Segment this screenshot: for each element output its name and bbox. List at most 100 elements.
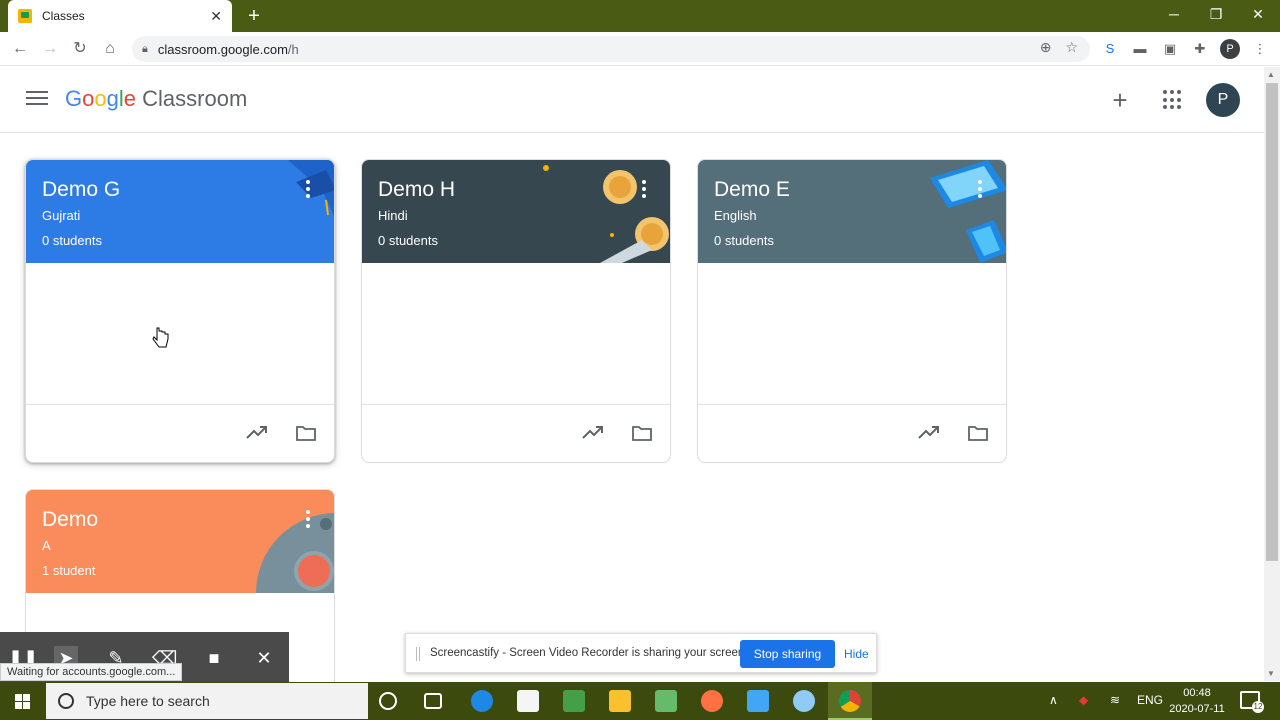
class-title[interactable]: Demo H bbox=[378, 178, 455, 202]
clock-date: 2020-07-11 bbox=[1169, 703, 1225, 715]
create-join-class-button[interactable]: + bbox=[1108, 85, 1132, 115]
skype-extension-icon[interactable]: S bbox=[1100, 39, 1120, 59]
scroll-down-arrow-icon[interactable]: ▼ bbox=[1267, 669, 1275, 678]
class-title[interactable]: Demo G bbox=[42, 178, 120, 202]
home-icon[interactable]: ⌂ bbox=[99, 38, 121, 60]
class-card-footer bbox=[698, 404, 1006, 462]
url-path: /h bbox=[287, 41, 299, 57]
close-recorder-icon[interactable]: ✕ bbox=[252, 646, 276, 670]
sharing-message: Screencastify - Screen Video Recorder is… bbox=[430, 647, 748, 659]
folder-icon[interactable] bbox=[296, 425, 316, 441]
browser-profile-avatar[interactable]: P bbox=[1220, 39, 1240, 59]
minimize-button[interactable]: ─ bbox=[1154, 6, 1194, 22]
class-section: English bbox=[714, 208, 757, 223]
browser-menu-icon[interactable]: ⋮ bbox=[1250, 39, 1270, 59]
store-icon[interactable] bbox=[517, 690, 539, 712]
class-section: Hindi bbox=[378, 208, 408, 223]
windows-logo-icon bbox=[15, 694, 30, 709]
photos-app-icon[interactable] bbox=[655, 690, 677, 712]
more-options-icon[interactable] bbox=[306, 510, 310, 528]
stop-sharing-button[interactable]: Stop sharing bbox=[740, 640, 835, 668]
trending-up-icon[interactable] bbox=[918, 423, 940, 443]
mail-icon[interactable] bbox=[747, 690, 769, 712]
cast-extension-icon[interactable]: ▣ bbox=[1160, 39, 1180, 59]
class-card[interactable]: Demo H Hindi 0 students bbox=[361, 159, 671, 463]
class-section: A bbox=[42, 538, 51, 553]
more-options-icon[interactable] bbox=[642, 180, 646, 198]
reload-icon[interactable]: ↻ bbox=[69, 38, 91, 60]
class-section: Gujrati bbox=[42, 208, 81, 223]
url-host: classroom.google.com bbox=[157, 41, 288, 57]
tab-classes[interactable]: Classes ✕ bbox=[8, 0, 232, 32]
search-placeholder: Type here to search bbox=[86, 693, 210, 709]
windows-taskbar: Type here to search ∧ ◆ ≋ ENG 00:48 2020… bbox=[0, 682, 1280, 720]
show-hidden-icons-icon[interactable]: ∧ bbox=[1049, 693, 1058, 707]
class-card-banner[interactable]: Demo E English 0 students bbox=[698, 160, 1006, 263]
system-clock[interactable]: 00:48 2020-07-11 bbox=[1168, 685, 1226, 717]
trending-up-icon[interactable] bbox=[246, 423, 268, 443]
edge-browser-icon[interactable] bbox=[471, 690, 493, 712]
folder-icon[interactable] bbox=[968, 425, 988, 441]
start-button[interactable] bbox=[0, 682, 45, 720]
taskbar-search-box[interactable]: Type here to search bbox=[46, 683, 368, 719]
trending-up-icon[interactable] bbox=[582, 423, 604, 443]
screen-sharing-notice: Screencastify - Screen Video Recorder is… bbox=[405, 633, 877, 673]
class-card[interactable]: Demo G Gujrati 0 students bbox=[25, 159, 335, 463]
scrollbar-thumb[interactable] bbox=[1266, 83, 1278, 561]
class-title[interactable]: Demo bbox=[42, 508, 98, 532]
tab-close-icon[interactable]: ✕ bbox=[210, 8, 222, 25]
class-card-banner[interactable]: Demo G Gujrati 0 students bbox=[26, 160, 334, 263]
zoom-icon[interactable]: ⊕ bbox=[1040, 39, 1052, 56]
scroll-up-arrow-icon[interactable]: ▲ bbox=[1267, 70, 1275, 79]
lock-icon: 🔒︎ bbox=[142, 42, 148, 55]
address-bar[interactable]: 🔒︎ classroom.google.com/h ⊕ ☆ bbox=[132, 36, 1090, 62]
tab-title: Classes bbox=[42, 9, 85, 23]
forward-icon[interactable]: → bbox=[39, 38, 61, 60]
chrome-icon bbox=[839, 690, 861, 712]
new-tab-button[interactable]: + bbox=[244, 4, 264, 28]
more-options-icon[interactable] bbox=[306, 180, 310, 198]
language-indicator[interactable]: ENG bbox=[1137, 693, 1163, 707]
search-icon bbox=[58, 693, 74, 709]
class-card-footer bbox=[26, 404, 334, 462]
folder-icon[interactable] bbox=[632, 425, 652, 441]
sheets-app-icon[interactable] bbox=[563, 690, 585, 712]
browser-status-text: Waiting for accounts.google.com... bbox=[0, 663, 183, 681]
cortana-icon[interactable] bbox=[379, 692, 397, 710]
wifi-icon[interactable]: ≋ bbox=[1110, 693, 1120, 707]
logo-letter: e bbox=[123, 86, 137, 111]
classroom-header: Google Classroom + P bbox=[0, 67, 1264, 133]
google-classroom-logo[interactable]: Google Classroom bbox=[65, 86, 247, 112]
chromium-icon[interactable] bbox=[793, 690, 815, 712]
maximize-button[interactable]: ❐ bbox=[1196, 6, 1236, 23]
task-view-icon[interactable] bbox=[424, 693, 442, 709]
student-count: 0 students bbox=[378, 233, 438, 248]
logo-letter: o bbox=[94, 86, 107, 111]
product-name: Classroom bbox=[142, 86, 248, 111]
class-card[interactable]: Demo E English 0 students bbox=[697, 159, 1007, 463]
chrome-taskbar-button[interactable] bbox=[828, 682, 872, 720]
class-card-banner[interactable]: Demo A 1 student bbox=[26, 490, 334, 593]
page-scrollbar[interactable]: ▲ ▼ bbox=[1264, 67, 1280, 681]
hide-button[interactable]: Hide bbox=[844, 647, 869, 661]
extension-icon[interactable]: ▬ bbox=[1130, 39, 1150, 59]
more-options-icon[interactable] bbox=[978, 180, 982, 198]
hand-cursor-icon bbox=[152, 327, 169, 348]
bookmark-star-icon[interactable]: ☆ bbox=[1065, 39, 1078, 56]
drag-handle-icon[interactable] bbox=[416, 647, 420, 661]
class-title[interactable]: Demo E bbox=[714, 178, 790, 202]
back-icon[interactable]: ← bbox=[9, 38, 31, 60]
firefox-icon[interactable] bbox=[701, 690, 723, 712]
puzzle-extensions-icon[interactable]: ✚ bbox=[1190, 39, 1210, 59]
file-explorer-icon[interactable] bbox=[609, 690, 631, 712]
clock-time: 00:48 bbox=[1183, 687, 1211, 699]
google-apps-icon[interactable] bbox=[1163, 90, 1183, 110]
main-menu-icon[interactable] bbox=[26, 91, 48, 109]
account-avatar[interactable]: P bbox=[1206, 83, 1240, 117]
security-icon[interactable]: ◆ bbox=[1079, 693, 1088, 707]
webcam-icon[interactable]: ■ bbox=[202, 646, 226, 670]
notifications-icon[interactable]: 12 bbox=[1240, 691, 1264, 713]
window-close-button[interactable]: ✕ bbox=[1238, 6, 1278, 23]
notification-count-badge: 12 bbox=[1252, 701, 1264, 713]
class-card-banner[interactable]: Demo H Hindi 0 students bbox=[362, 160, 670, 263]
